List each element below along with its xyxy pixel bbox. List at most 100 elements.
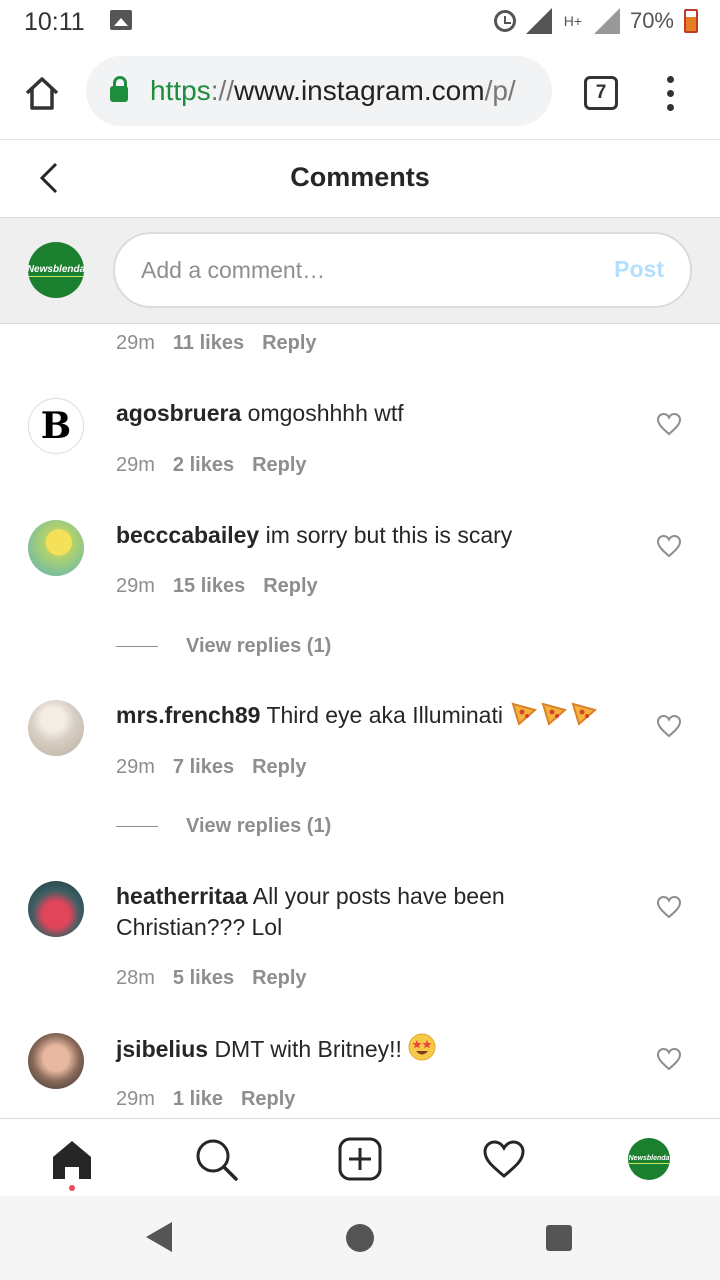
nav-profile[interactable]: Newsblenda	[627, 1137, 671, 1181]
comment-time: 29m	[116, 756, 155, 778]
nav-new-post[interactable]	[338, 1137, 382, 1181]
menu-dot	[667, 104, 674, 111]
comment-input[interactable]	[141, 252, 581, 288]
comment-time: 29m	[116, 332, 155, 354]
tab-switcher-button[interactable]: 7	[584, 76, 618, 110]
system-home-button[interactable]	[346, 1224, 374, 1252]
system-recents-button[interactable]	[546, 1225, 572, 1251]
comment-text: becccabailey im sorry but this is scary	[116, 520, 636, 551]
comment-text: agosbruera omgoshhhh wtf	[116, 398, 636, 429]
comment-box: Post	[113, 232, 692, 308]
own-avatar: Newsblenda	[28, 242, 84, 298]
like-comment-button[interactable]	[656, 534, 682, 558]
comment-username[interactable]: agosbruera	[116, 400, 241, 426]
comment-body: im sorry but this is scary	[265, 522, 513, 548]
avatar-logo-text: Newsblenda	[628, 1154, 670, 1164]
status-bar: 10:11 H+ 70%	[0, 0, 720, 44]
comment-meta: 29m 15 likes Reply	[116, 575, 318, 598]
replies-divider	[116, 645, 158, 647]
alarm-icon	[493, 10, 516, 32]
image-notification-icon	[110, 10, 132, 30]
avatar[interactable]	[28, 520, 84, 576]
heart-outline-icon	[656, 714, 682, 738]
reply-button[interactable]: Reply	[241, 1088, 295, 1110]
comment-username[interactable]: mrs.french89	[116, 702, 260, 728]
reply-button[interactable]: Reply	[263, 575, 317, 597]
avatar-logo-text: Newsblenda	[28, 263, 84, 277]
heart-outline-icon	[656, 1047, 682, 1071]
comments-header: Comments	[0, 140, 720, 218]
notification-dot	[69, 1185, 75, 1191]
comment-body: Third eye aka Illuminati	[266, 702, 503, 729]
avatar[interactable]: B	[28, 398, 84, 454]
reply-button[interactable]: Reply	[252, 967, 306, 989]
status-time: 10:11	[24, 8, 85, 36]
page-title: Comments	[290, 162, 430, 192]
url-scheme: https	[150, 75, 211, 106]
url-separator: ://	[210, 75, 235, 106]
likes-count[interactable]: 11 likes	[173, 332, 244, 354]
activity-heart-icon	[483, 1140, 525, 1178]
browser-menu-button[interactable]	[658, 76, 682, 116]
avatar[interactable]	[28, 881, 84, 937]
lock-icon	[110, 76, 128, 102]
heart-outline-icon	[656, 534, 682, 558]
view-replies-label: View replies (1)	[186, 814, 332, 837]
like-comment-button[interactable]	[656, 714, 682, 738]
comment-time: 28m	[116, 967, 155, 989]
bottom-navigation: Newsblenda	[0, 1118, 720, 1196]
nav-activity[interactable]	[482, 1137, 526, 1181]
likes-count[interactable]: 5 likes	[173, 967, 234, 989]
likes-count[interactable]: 1 like	[173, 1088, 223, 1110]
post-button[interactable]: Post	[614, 256, 664, 283]
battery-icon	[684, 9, 698, 33]
url-path: /p/	[484, 75, 516, 106]
menu-dot	[667, 76, 674, 83]
browser-toolbar: https://www.instagram.com/p/ 7	[0, 44, 720, 140]
like-comment-button[interactable]	[656, 895, 682, 919]
pizza-emoji	[509, 700, 599, 734]
comment-text: mrs.french89 Third eye aka Illuminati	[116, 700, 636, 734]
address-bar[interactable]: https://www.instagram.com/p/	[86, 56, 552, 126]
comment-username[interactable]: jsibelius	[116, 1036, 208, 1062]
heart-outline-icon	[656, 412, 682, 436]
comment-meta: 28m 5 likes Reply	[116, 967, 307, 990]
reply-button[interactable]: Reply	[262, 332, 316, 354]
reply-button[interactable]: Reply	[252, 454, 306, 476]
view-replies-button[interactable]: View replies (1)	[116, 631, 331, 661]
avatar[interactable]	[28, 1033, 84, 1089]
browser-home-button[interactable]	[22, 74, 62, 114]
likes-count[interactable]: 15 likes	[173, 575, 245, 597]
system-back-button[interactable]	[146, 1222, 172, 1252]
comment-meta: 29m 11 likes Reply	[116, 332, 317, 355]
network-type: H+	[563, 12, 583, 29]
likes-count[interactable]: 2 likes	[173, 454, 234, 476]
like-comment-button[interactable]	[656, 1047, 682, 1071]
comment-time: 29m	[116, 1088, 155, 1110]
wifi-signal-icon	[525, 8, 552, 34]
comment-time: 29m	[116, 454, 155, 476]
home-icon	[53, 1141, 91, 1179]
view-replies-button[interactable]: View replies (1)	[116, 811, 331, 841]
comments-list: 29m 11 likes Reply B agosbruera omgoshhhh …	[0, 324, 720, 1118]
nav-home[interactable]	[50, 1137, 94, 1191]
like-comment-button[interactable]	[656, 412, 682, 436]
comment-username[interactable]: heatherritaa	[116, 883, 248, 909]
home-outline-icon	[25, 77, 59, 110]
comment-username[interactable]: becccabailey	[116, 522, 259, 548]
view-replies-label: View replies (1)	[186, 634, 332, 657]
menu-dot	[667, 90, 674, 97]
system-navigation-bar	[0, 1196, 720, 1280]
likes-count[interactable]: 7 likes	[173, 756, 234, 778]
battery-percent: 70%	[629, 8, 674, 33]
status-icons: H+ 70%	[493, 6, 698, 36]
comment-body: DMT with Britney!!	[214, 1036, 402, 1063]
comment-body: omgoshhhh wtf	[247, 400, 404, 426]
comment-meta: 29m 7 likes Reply	[116, 756, 307, 779]
heart-outline-icon	[656, 895, 682, 919]
reply-button[interactable]: Reply	[252, 756, 306, 778]
avatar[interactable]	[28, 700, 84, 756]
comment-meta: 29m 1 like Reply	[116, 1088, 295, 1111]
nav-search[interactable]	[194, 1137, 238, 1181]
profile-avatar: Newsblenda	[628, 1138, 670, 1180]
